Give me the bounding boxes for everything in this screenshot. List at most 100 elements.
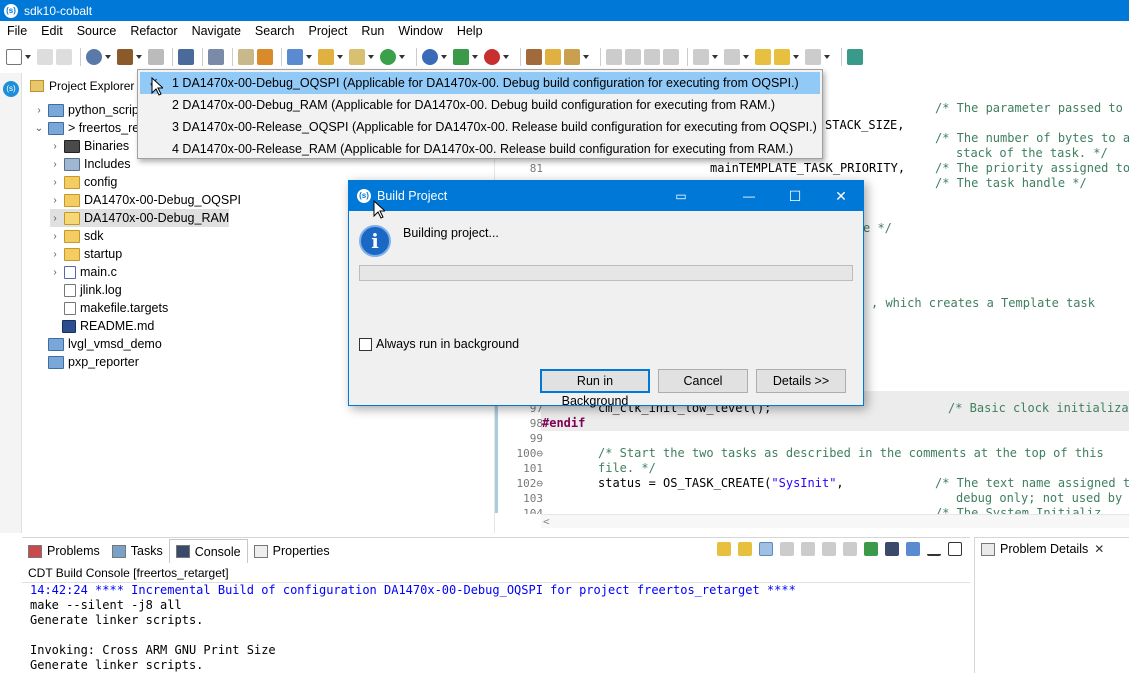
clear-console-icon[interactable] <box>843 542 857 556</box>
collapse-chevron-icon[interactable]: ⌄ <box>34 123 44 134</box>
tree-item-binaries[interactable]: › Binaries <box>50 137 129 155</box>
menu-search[interactable]: Search <box>248 24 302 38</box>
minimize-icon[interactable] <box>927 542 941 556</box>
refresh-dropdown-icon[interactable] <box>399 55 405 59</box>
tab-problems[interactable]: Problems <box>22 539 106 563</box>
tab-properties[interactable]: Properties <box>248 539 336 563</box>
menu-refactor[interactable]: Refactor <box>123 24 184 38</box>
scroll-left-icon[interactable]: < <box>543 515 550 528</box>
tree-item-startup[interactable]: › startup <box>50 245 122 263</box>
previous-annotation-icon[interactable] <box>724 49 740 65</box>
tree-item-debug-oqspi[interactable]: › DA1470x-00-Debug_OQSPI <box>50 191 241 209</box>
next-annotation-dropdown-icon[interactable] <box>712 55 718 59</box>
menu-help[interactable]: Help <box>450 24 490 38</box>
grid-icon[interactable] <box>257 49 273 65</box>
menu-file[interactable]: File <box>0 24 34 38</box>
settings-dropdown-icon[interactable] <box>105 55 111 59</box>
line-number[interactable]: 100⊖ <box>507 446 544 461</box>
pin-console-icon[interactable] <box>864 542 878 556</box>
tree-item-pxp-reporter[interactable]: pxp_reporter <box>48 353 139 371</box>
debug-dropdown-icon[interactable] <box>472 55 478 59</box>
last-edit-icon[interactable] <box>755 49 771 65</box>
menu-item-debug-oqspi[interactable]: ✓ 1 DA1470x-00-Debug_OQSPI (Applicable f… <box>140 72 820 94</box>
forward-dropdown-icon[interactable] <box>824 55 830 59</box>
search-dropdown-icon[interactable] <box>583 55 589 59</box>
tree-item-config[interactable]: › config <box>50 173 117 191</box>
tree-item-makefile-targets[interactable]: makefile.targets <box>64 299 168 317</box>
menu-navigate[interactable]: Navigate <box>185 24 248 38</box>
run-in-background-button[interactable]: Run in Background <box>540 369 650 408</box>
forward-arrow-icon[interactable] <box>805 49 821 65</box>
at-sign-dropdown-icon[interactable] <box>441 55 447 59</box>
word-wrap-icon[interactable] <box>644 49 660 65</box>
menu-run[interactable]: Run <box>354 24 391 38</box>
always-run-background-checkbox[interactable] <box>359 337 372 351</box>
expand-chevron-icon[interactable]: › <box>50 177 60 188</box>
back-arrow-icon[interactable] <box>774 49 790 65</box>
menu-item-debug-ram[interactable]: 2 DA1470x-00-Debug_RAM (Applicable for D… <box>140 94 820 116</box>
restore-icon[interactable]: ▭ <box>658 181 704 211</box>
open-type-icon[interactable] <box>526 49 542 65</box>
annotation-icon[interactable] <box>606 49 622 65</box>
expand-chevron-icon[interactable]: › <box>34 105 44 116</box>
close-button[interactable]: ✕ <box>818 181 864 211</box>
save-icon[interactable] <box>37 49 53 65</box>
open-resource-icon[interactable] <box>545 49 561 65</box>
tree-item-main-c[interactable]: › main.c <box>50 263 117 281</box>
open-perspective-icon[interactable] <box>847 49 863 65</box>
menu-window[interactable]: Window <box>391 24 449 38</box>
cancel-button[interactable]: Cancel <box>658 369 748 393</box>
expand-chevron-icon[interactable]: › <box>50 195 60 206</box>
console-output[interactable]: 14:42:24 **** Incremental Build of confi… <box>22 582 970 673</box>
expand-chevron-icon[interactable]: › <box>50 213 60 224</box>
expand-chevron-icon[interactable]: › <box>50 159 60 170</box>
show-whitespace-icon[interactable] <box>663 49 679 65</box>
previous-annotation-dropdown-icon[interactable] <box>743 55 749 59</box>
terminal-icon[interactable] <box>178 49 194 65</box>
block-selection-icon[interactable] <box>625 49 641 65</box>
tab-console[interactable]: Console <box>168 539 248 563</box>
line-number[interactable]: 102⊖ <box>507 476 544 491</box>
tab-tasks[interactable]: Tasks <box>106 539 169 563</box>
scroll-down-icon[interactable] <box>717 542 731 556</box>
debug-bug-icon[interactable] <box>453 49 469 65</box>
new-project-dropdown-icon[interactable] <box>306 55 312 59</box>
menu-project[interactable]: Project <box>302 24 355 38</box>
maximize-icon[interactable] <box>948 542 962 556</box>
next-annotation-icon[interactable] <box>693 49 709 65</box>
open-folder-icon[interactable] <box>318 49 334 65</box>
refresh-icon[interactable] <box>380 49 396 65</box>
skip-breakpoints-icon[interactable] <box>208 49 224 65</box>
tree-item-freertos-retarget[interactable]: ⌄ > freertos_re <box>34 119 139 137</box>
new-icon[interactable] <box>6 49 22 65</box>
tab-problem-details[interactable]: Problem Details ✕ <box>981 542 1104 556</box>
menu-source[interactable]: Source <box>70 24 124 38</box>
maximize-button[interactable]: ☐ <box>772 181 818 211</box>
new-file-icon[interactable] <box>349 49 365 65</box>
editor-horizontal-scrollbar[interactable]: < <box>541 514 1129 528</box>
tree-item-sdk[interactable]: › sdk <box>50 227 103 245</box>
tree-item-readme[interactable]: README.md <box>62 317 154 335</box>
dialog-title-bar[interactable]: (s) Build Project ▭ — ☐ ✕ <box>349 181 863 211</box>
close-icon[interactable]: ✕ <box>1094 542 1104 556</box>
run-icon[interactable] <box>484 49 500 65</box>
at-sign-icon[interactable] <box>422 49 438 65</box>
build-configuration-dropdown-icon[interactable] <box>136 55 142 59</box>
menu-edit[interactable]: Edit <box>34 24 70 38</box>
paste-icon[interactable] <box>801 542 815 556</box>
tree-item-includes[interactable]: › Includes <box>50 155 130 173</box>
expand-chevron-icon[interactable]: › <box>50 267 60 278</box>
menu-item-release-ram[interactable]: 4 DA1470x-00-Release_RAM (Applicable for… <box>140 138 820 160</box>
expand-chevron-icon[interactable]: › <box>50 231 60 242</box>
settings-gear-icon[interactable] <box>86 49 102 65</box>
expand-chevron-icon[interactable]: › <box>50 249 60 260</box>
tree-item-debug-ram[interactable]: › DA1470x-00-Debug_RAM <box>50 209 230 227</box>
minimize-button[interactable]: — <box>726 181 772 211</box>
search-pen-icon[interactable] <box>564 49 580 65</box>
run-dropdown-icon[interactable] <box>503 55 509 59</box>
menu-item-release-oqspi[interactable]: 3 DA1470x-00-Release_OQSPI (Applicable f… <box>140 116 820 138</box>
save-all-icon[interactable] <box>56 49 72 65</box>
tree-item-lvgl-vmsd-demo[interactable]: lvgl_vmsd_demo <box>48 335 162 353</box>
new-dropdown-icon[interactable] <box>25 55 31 59</box>
word-wrap-icon[interactable] <box>822 542 836 556</box>
